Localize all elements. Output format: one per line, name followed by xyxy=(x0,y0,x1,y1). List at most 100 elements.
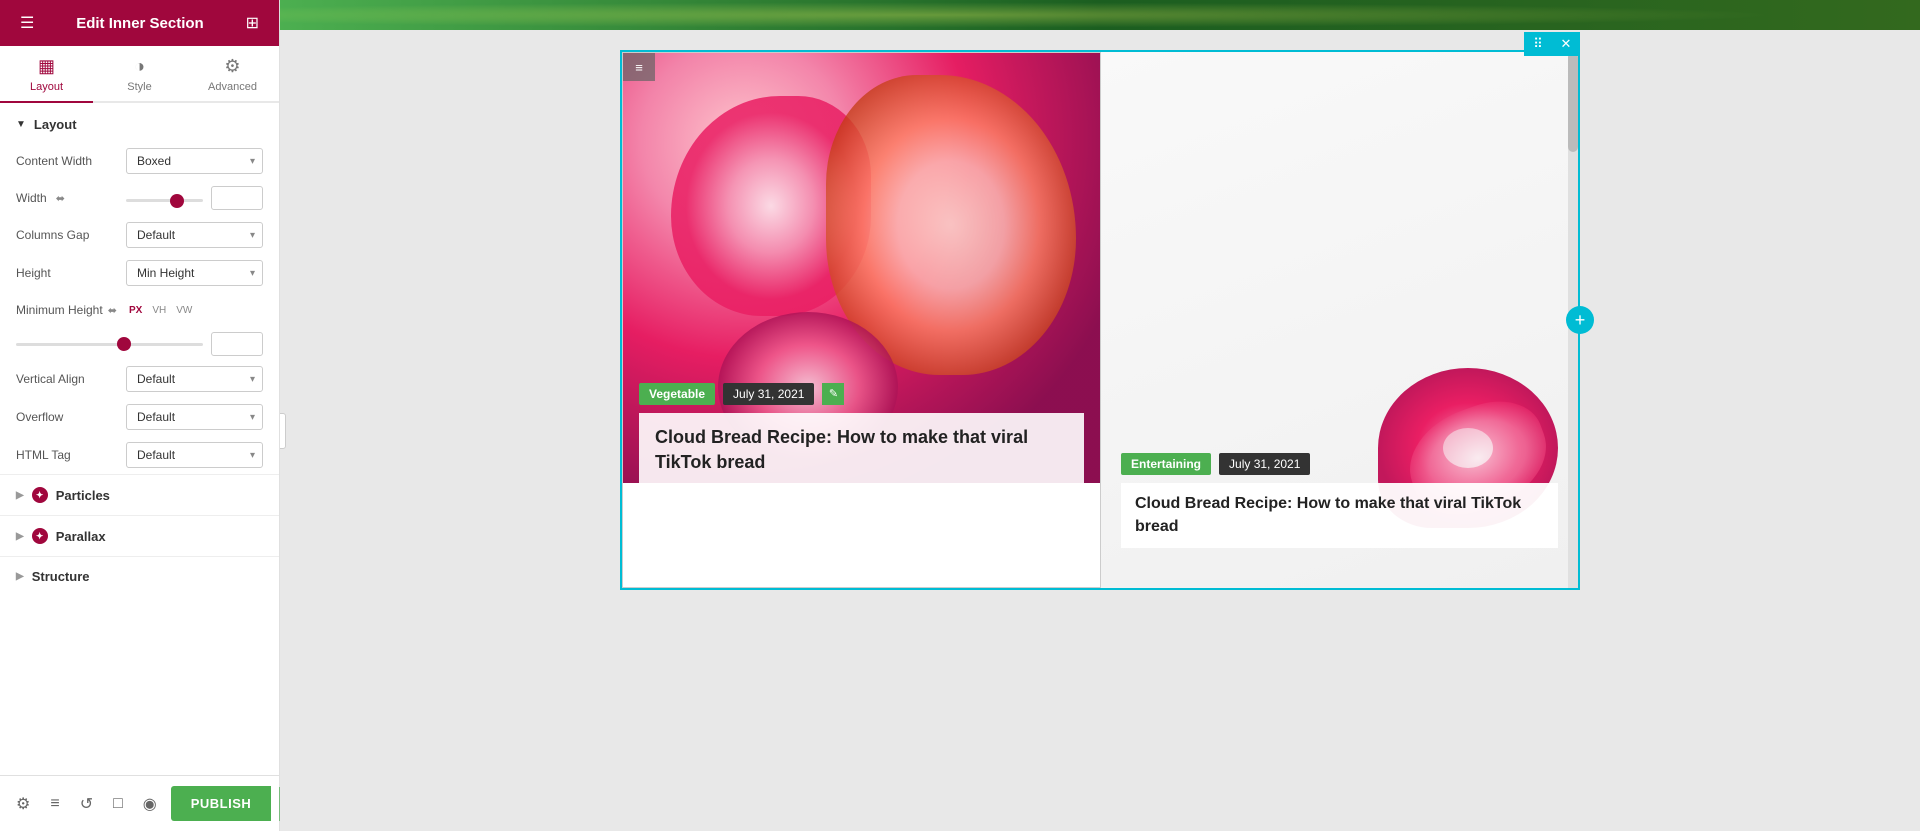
card-left-meta: Vegetable July 31, 2021 ✎ Cloud Bread Re… xyxy=(623,383,1100,487)
overflow-label: Overflow xyxy=(16,410,126,424)
close-icon: ✕ xyxy=(1561,36,1572,52)
min-height-value-input[interactable]: 585 xyxy=(211,332,263,356)
content-width-row: Content Width Boxed Full Width ▾ xyxy=(0,142,279,180)
overflow-select[interactable]: Default Hidden xyxy=(126,404,263,430)
settings-button[interactable]: ⚙ xyxy=(10,788,36,820)
structure-section: ▶ Structure xyxy=(0,556,279,596)
content-width-select[interactable]: Boxed Full Width xyxy=(126,148,263,174)
min-height-icon: ⬌ xyxy=(108,304,117,317)
notes-icon: □ xyxy=(113,795,123,812)
card-left-title: Cloud Bread Recipe: How to make that vir… xyxy=(639,413,1084,487)
particles-arrow-icon: ▶ xyxy=(16,490,24,501)
layout-tab-icon: ▦ xyxy=(38,56,55,77)
width-slider[interactable] xyxy=(126,199,203,202)
unit-px-tab[interactable]: PX xyxy=(126,303,145,318)
left-panel: ☰ Edit Inner Section ⊞ ▦ Layout ◑ Style … xyxy=(0,0,280,831)
vertical-align-label: Vertical Align xyxy=(16,372,126,386)
layout-section-header[interactable]: ▼ Layout xyxy=(0,103,279,142)
canvas-area: ‹ ⠿ ✕ ≡ xyxy=(280,0,1920,831)
card-handle[interactable]: ≡ xyxy=(623,53,655,81)
vertical-align-select-wrap: Default Top Middle Bottom ▾ xyxy=(126,366,263,392)
advanced-tab-label: Advanced xyxy=(208,81,257,93)
bottom-bar: ⚙ ≡ ↺ □ ◉ PUBLISH ▾ xyxy=(0,775,279,831)
content-width-control: Boxed Full Width ▾ xyxy=(126,148,263,174)
parallax-label: Parallax xyxy=(56,529,106,544)
html-tag-select-wrap: Default header main footer article secti… xyxy=(126,442,263,468)
grid-menu-button[interactable]: ⊞ xyxy=(242,9,263,37)
overflow-select-wrap: Default Hidden ▾ xyxy=(126,404,263,430)
notes-button[interactable]: □ xyxy=(107,789,129,819)
min-height-slider-container xyxy=(16,343,203,346)
preview-button[interactable]: ◉ xyxy=(137,788,163,820)
columns-gap-select-wrap: Default No Gap Narrow Extended Wide Wide… xyxy=(126,222,263,248)
html-tag-control: Default header main footer article secti… xyxy=(126,442,263,468)
layout-tab-label: Layout xyxy=(30,81,63,93)
layers-button[interactable]: ≡ xyxy=(44,789,65,819)
min-height-control: PX VH VW xyxy=(126,303,263,318)
structure-arrow-icon: ▶ xyxy=(16,571,24,582)
hamburger-menu-button[interactable]: ☰ xyxy=(16,9,38,37)
right-scrollbar-thumb xyxy=(1568,52,1578,152)
unit-vh-tab[interactable]: VH xyxy=(149,303,169,318)
columns-gap-select[interactable]: Default No Gap Narrow Extended Wide Wide… xyxy=(126,222,263,248)
panel-title: Edit Inner Section xyxy=(76,15,204,32)
html-tag-select[interactable]: Default header main footer article secti… xyxy=(126,442,263,468)
html-tag-row: HTML Tag Default header main footer arti… xyxy=(0,436,279,474)
meta-badges: Vegetable July 31, 2021 ✎ xyxy=(639,383,1084,405)
parallax-section: ▶ ✦ Parallax xyxy=(0,515,279,556)
tab-layout[interactable]: ▦ Layout xyxy=(0,46,93,103)
collapse-panel-button[interactable]: ‹ xyxy=(280,413,286,449)
unit-vw-tab[interactable]: VW xyxy=(173,303,195,318)
html-tag-label: HTML Tag xyxy=(16,448,126,462)
preview-icon: ◉ xyxy=(143,796,157,813)
history-icon: ↺ xyxy=(80,796,93,813)
top-canvas-image xyxy=(280,0,1920,30)
layout-arrow-icon: ▼ xyxy=(16,119,26,130)
height-select[interactable]: Min Height Fit to Screen 100vh xyxy=(126,260,263,286)
card-right-title: Cloud Bread Recipe: How to make that vir… xyxy=(1121,483,1558,548)
overflow-row: Overflow Default Hidden ▾ xyxy=(0,398,279,436)
grid-icon: ⊞ xyxy=(246,13,259,33)
parallax-arrow-icon: ▶ xyxy=(16,531,24,542)
publish-button[interactable]: PUBLISH xyxy=(171,786,272,821)
add-column-button[interactable]: + xyxy=(1566,306,1594,334)
width-label: Width ⬌ xyxy=(16,191,126,205)
width-value-input[interactable] xyxy=(211,186,263,210)
columns-gap-row: Columns Gap Default No Gap Narrow Extend… xyxy=(0,216,279,254)
particles-dot-icon: ✦ xyxy=(32,487,48,503)
structure-header[interactable]: ▶ Structure xyxy=(0,557,279,596)
height-row: Height Min Height Fit to Screen 100vh ▾ xyxy=(0,254,279,292)
card-left: ≡ Vegetable July 31, 2021 xyxy=(622,52,1101,588)
width-control xyxy=(126,189,203,207)
card-right: Entertaining July 31, 2021 Cloud Bread R… xyxy=(1101,52,1578,588)
panel-content: ▼ Layout Content Width Boxed Full Width … xyxy=(0,103,279,775)
section-wrapper: ⠿ ✕ ≡ xyxy=(620,50,1580,590)
min-height-row: Minimum Height ⬌ PX VH VW xyxy=(0,292,279,328)
section-close-button[interactable]: ✕ xyxy=(1552,32,1580,56)
tab-style[interactable]: ◑ Style xyxy=(93,46,186,103)
edit-pencil-button[interactable]: ✎ xyxy=(822,383,844,405)
layers-icon: ≡ xyxy=(50,795,59,812)
unit-tabs: PX VH VW xyxy=(126,303,263,318)
columns-gap-label: Columns Gap xyxy=(16,228,126,242)
structure-label: Structure xyxy=(32,569,90,584)
layout-section-label: Layout xyxy=(34,117,77,132)
parallax-dot-icon: ✦ xyxy=(32,528,48,544)
add-column-icon: + xyxy=(1575,310,1586,331)
section-drag-button[interactable]: ⠿ xyxy=(1524,32,1552,56)
particles-label: Particles xyxy=(56,488,110,503)
tab-advanced[interactable]: ⚙ Advanced xyxy=(186,46,279,103)
card-handle-icon: ≡ xyxy=(635,60,643,75)
height-label: Height xyxy=(16,266,126,280)
vertical-align-select[interactable]: Default Top Middle Bottom xyxy=(126,366,263,392)
drag-icon: ⠿ xyxy=(1533,36,1543,52)
min-height-slider[interactable] xyxy=(16,343,203,346)
vertical-align-control: Default Top Middle Bottom ▾ xyxy=(126,366,263,392)
height-select-wrap: Min Height Fit to Screen 100vh ▾ xyxy=(126,260,263,286)
width-row: Width ⬌ xyxy=(0,180,279,216)
parallax-header[interactable]: ▶ ✦ Parallax xyxy=(0,516,279,556)
history-button[interactable]: ↺ xyxy=(74,788,99,820)
particles-header[interactable]: ▶ ✦ Particles xyxy=(0,475,279,515)
hamburger-icon: ☰ xyxy=(20,13,34,33)
content-width-select-wrap: Boxed Full Width ▾ xyxy=(126,148,263,174)
